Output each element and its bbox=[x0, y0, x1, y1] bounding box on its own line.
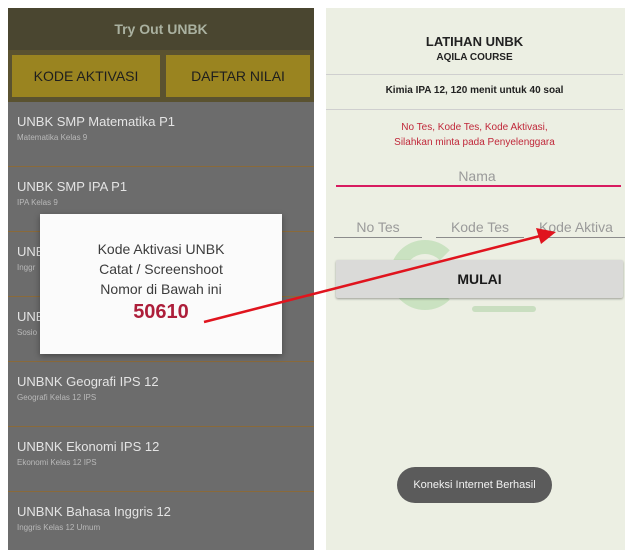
list-item-title: UNBK SMP Matematika P1 bbox=[17, 114, 175, 129]
list-item[interactable]: UNBNK Ekonomi IPS 12 Ekonomi Kelas 12 IP… bbox=[8, 427, 314, 492]
list-item[interactable]: UNBNK Geografi IPS 12 Geografi Kelas 12 … bbox=[8, 362, 314, 427]
list-item-subtitle: IPA Kelas 9 bbox=[17, 198, 58, 207]
app-title: Try Out UNBK bbox=[8, 8, 314, 50]
kode-tes-input[interactable]: Kode Tes bbox=[436, 219, 524, 235]
nama-input-underline bbox=[336, 185, 621, 187]
instruction-line-2: Silahkan minta pada Penyelenggara bbox=[394, 137, 555, 148]
divider bbox=[326, 109, 623, 110]
activation-code: 50610 bbox=[133, 301, 189, 323]
kode-aktivasi-underline bbox=[539, 237, 625, 238]
exam-info: Kimia IPA 12, 120 menit untuk 40 soal bbox=[385, 85, 564, 96]
divider bbox=[326, 74, 623, 75]
list-item-title: UNBK SMP IPA P1 bbox=[17, 179, 128, 194]
instruction-line-1: No Tes, Kode Tes, Kode Aktivasi, bbox=[401, 122, 548, 133]
list-item-subtitle: Ekonomi Kelas 12 IPS bbox=[17, 458, 97, 467]
tab-bar: KODE AKTIVASI DAFTAR NILAI bbox=[8, 50, 314, 102]
dialog-line-2: Catat / Screenshoot bbox=[99, 261, 223, 277]
nama-input[interactable]: Nama bbox=[336, 168, 618, 184]
watermark-text-line bbox=[472, 306, 536, 312]
kode-aktivasi-input[interactable]: Kode Aktiva bbox=[539, 219, 625, 235]
tab-daftar-nilai[interactable]: DAFTAR NILAI bbox=[166, 55, 310, 97]
left-screen: Try Out UNBK KODE AKTIVASI DAFTAR NILAI … bbox=[8, 8, 314, 550]
list-item-subtitle: Geografi Kelas 12 IPS bbox=[17, 393, 97, 402]
right-screen: LATIHAN UNBK AQILA COURSE Kimia IPA 12, … bbox=[326, 8, 625, 550]
list-item-title: UNBNK Bahasa Inggris 12 bbox=[17, 504, 171, 519]
page-subtitle: AQILA COURSE bbox=[436, 52, 513, 63]
list-item-title: UNBNK Ekonomi IPS 12 bbox=[17, 439, 160, 454]
dialog-line-1: Kode Aktivasi UNBK bbox=[97, 241, 225, 257]
toast-message: Koneksi Internet Berhasil bbox=[397, 467, 552, 503]
activation-code-dialog: Kode Aktivasi UNBK Catat / Screenshoot N… bbox=[40, 214, 282, 354]
list-item-title: UNBNK Geografi IPS 12 bbox=[17, 374, 159, 389]
kode-tes-underline bbox=[436, 237, 524, 238]
list-item-subtitle: Inggris Kelas 12 Umum bbox=[17, 523, 101, 532]
mulai-button[interactable]: MULAI bbox=[336, 260, 623, 298]
list-item[interactable]: UNBNK Bahasa Inggris 12 Inggris Kelas 12… bbox=[8, 492, 314, 550]
no-tes-underline bbox=[334, 237, 422, 238]
list-item-subtitle: Matematika Kelas 9 bbox=[17, 133, 88, 142]
dialog-line-3: Nomor di Bawah ini bbox=[100, 281, 222, 297]
no-tes-input[interactable]: No Tes bbox=[334, 219, 422, 235]
tab-kode-aktivasi[interactable]: KODE AKTIVASI bbox=[12, 55, 160, 97]
page-title: LATIHAN UNBK bbox=[425, 34, 524, 49]
list-item[interactable]: UNBK SMP Matematika P1 Matematika Kelas … bbox=[8, 102, 314, 167]
instruction-note: No Tes, Kode Tes, Kode Aktivasi, Silahka… bbox=[326, 120, 623, 150]
